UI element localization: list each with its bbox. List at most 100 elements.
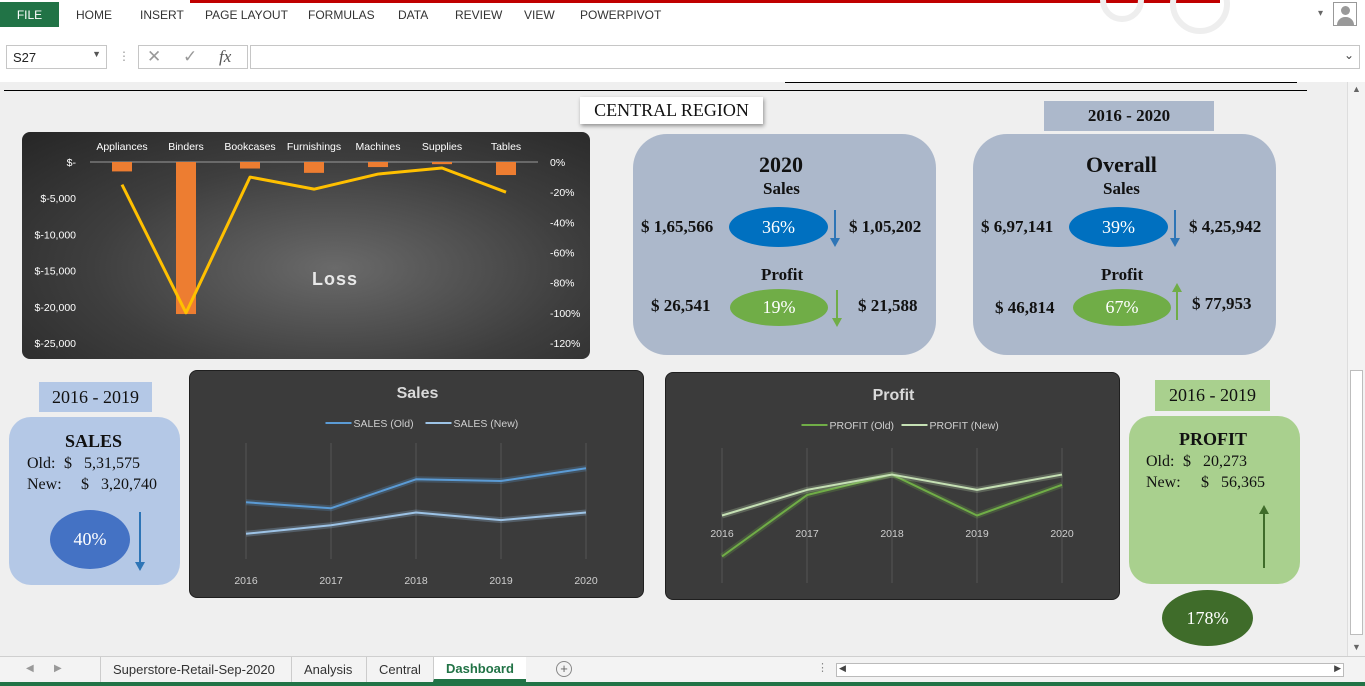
expand-formula-chevron-icon[interactable]: ⌄ [1344, 48, 1354, 62]
scroll-thumb[interactable] [1350, 370, 1363, 635]
card-overall-sales-new: $ 4,25,942 [1189, 217, 1262, 236]
y-tick-right: -100% [550, 308, 580, 320]
user-avatar-icon[interactable] [1333, 2, 1357, 26]
card-overall-sales-old: $ 6,97,141 [981, 217, 1054, 236]
category-label: Tables [491, 141, 521, 153]
period-overall-badge: 2016 - 2020 [1044, 101, 1214, 131]
category-label: Appliances [96, 141, 147, 153]
y-tick-right: -120% [550, 338, 580, 350]
next-sheet-icon[interactable]: ▶ [54, 663, 62, 674]
sales-line-chart[interactable]: Sales SALES (Old) SALES (New) 2016 2017 2018 2… [189, 370, 644, 598]
loss-bar [304, 162, 324, 173]
name-box[interactable]: S27 ▼ [6, 45, 107, 69]
x-tick-label: 2018 [404, 575, 428, 587]
profit-old-value: $ 20,273 [1183, 453, 1247, 470]
card-overall-sales-label: Sales [1103, 179, 1140, 198]
profit-new-label: New: [1146, 474, 1181, 491]
x-tick-label: 2017 [319, 575, 343, 587]
accent-line [190, 0, 1220, 3]
profit-pct-badge: 178% [1162, 590, 1253, 646]
sales-chart-svg: Sales SALES (Old) SALES (New) 2016 2017 2018 2… [234, 385, 598, 587]
y-tick-left: $-10,000 [35, 229, 77, 241]
profit-line-chart[interactable]: Profit PROFIT (Old) PROFIT (New) 2016 2017 20… [665, 372, 1120, 600]
tab-page-layout[interactable]: PAGE LAYOUT [205, 8, 288, 22]
profit-card-heading: PROFIT [1179, 429, 1248, 449]
sheet-tab-central[interactable]: Central [366, 657, 433, 682]
category-label: Binders [168, 141, 204, 153]
card-2020-heading: 2020 [759, 152, 803, 177]
horizontal-scrollbar[interactable]: ◀ ▶ [836, 663, 1344, 677]
sheet-tab-dashboard[interactable]: Dashboard [433, 657, 526, 682]
sheet-tab-superstore[interactable]: Superstore-Retail-Sep-2020 [100, 657, 287, 682]
loss-bar [368, 162, 388, 168]
card-2020-sales-old: $ 1,65,566 [641, 217, 714, 236]
formula-input[interactable]: ⌄ [250, 45, 1360, 69]
ribbon: FILE HOME INSERT PAGE LAYOUT FORMULAS DA… [0, 0, 1365, 34]
sheet-tab-analysis[interactable]: Analysis [291, 657, 364, 682]
name-box-value: S27 [13, 50, 37, 65]
x-tick-label: 2020 [1050, 528, 1074, 540]
formula-bar: S27 ▼ ⋮ ✕ ✓ fx ⌄ [0, 38, 1365, 76]
tab-formulas[interactable]: FORMULAS [308, 8, 375, 22]
scroll-up-icon[interactable]: ▲ [1352, 84, 1361, 94]
category-label: Supplies [422, 141, 462, 153]
ribbon-collapse-chevron-icon[interactable]: ▾ [1318, 8, 1323, 19]
scroll-down-icon[interactable]: ▼ [1352, 642, 1361, 652]
sales-new-label: New: [27, 476, 62, 493]
card-overall-profit-new: $ 77,953 [1192, 294, 1252, 313]
tab-view[interactable]: VIEW [524, 8, 555, 22]
y-tick-right: -80% [550, 278, 575, 290]
card-2020-profit-label: Profit [761, 265, 804, 284]
sales-card: SALES Old: $ 5,31,575 New: $ 3,20,740 40… [9, 417, 180, 585]
y-tick-left: $-25,000 [35, 338, 77, 350]
loss-bar [176, 162, 196, 315]
card-2020: 2020 Sales $ 1,65,566 36% $ 1,05,202 Pro… [633, 134, 936, 355]
loss-bar [240, 162, 260, 169]
card-2020-sales-label: Sales [763, 179, 800, 198]
chevron-down-icon[interactable]: ▼ [92, 49, 101, 59]
down-arrow-icon [832, 290, 842, 327]
y-tick-right: -40% [550, 217, 575, 229]
card-overall-heading: Overall [1086, 152, 1157, 177]
file-tab[interactable]: FILE [0, 2, 59, 27]
tab-insert[interactable]: INSERT [140, 8, 184, 22]
watermark-circle-icon [1170, 0, 1230, 34]
enter-check-icon[interactable]: ✓ [183, 47, 197, 67]
category-label: Bookcases [224, 141, 275, 153]
card-overall-sales-pct: 39% [1069, 207, 1168, 247]
loss-chart[interactable]: $- $-5,000 $-10,000 $-15,000 $-20,000 $-25,00… [22, 132, 590, 359]
cancel-icon[interactable]: ✕ [147, 47, 161, 67]
insert-function-icon[interactable]: fx [219, 47, 231, 67]
legend-label: PROFIT (New) [930, 420, 999, 432]
scroll-left-icon[interactable]: ◀ [839, 663, 846, 674]
x-tick-label: 2019 [965, 528, 989, 540]
sales-new-value: $ 3,20,740 [81, 476, 157, 493]
prev-sheet-icon[interactable]: ◀ [26, 663, 34, 674]
dashboard-title: CENTRAL REGION [580, 97, 763, 124]
tab-data[interactable]: DATA [398, 8, 428, 22]
legend-label: PROFIT (Old) [830, 420, 895, 432]
down-arrow-icon [830, 210, 840, 247]
add-sheet-icon[interactable]: + [556, 661, 572, 677]
sales-pct-badge: 40% [50, 510, 130, 569]
card-2020-sales-new: $ 1,05,202 [849, 217, 922, 236]
vertical-scrollbar[interactable]: ▲ ▼ [1347, 82, 1365, 656]
worksheet[interactable]: CENTRAL REGION $- $-5,000 $-10,000 $-15,000… [0, 82, 1347, 656]
x-tick-label: 2016 [234, 575, 258, 587]
tab-review[interactable]: REVIEW [455, 8, 502, 22]
down-arrow-icon [135, 512, 145, 571]
tab-home[interactable]: HOME [76, 8, 112, 22]
loss-label: Loss [312, 269, 359, 289]
loss-bar [432, 162, 452, 165]
down-arrow-icon [1170, 210, 1180, 247]
up-arrow-icon [1172, 283, 1182, 320]
card-2020-profit-pct: 19% [730, 289, 828, 326]
tab-powerpivot[interactable]: POWERPIVOT [580, 8, 661, 22]
y-tick-right: -20% [550, 187, 575, 199]
y-tick-right: 0% [550, 157, 565, 169]
loss-chart-svg: $- $-5,000 $-10,000 $-15,000 $-20,000 $-25,00… [35, 141, 581, 350]
formula-buttons: ✕ ✓ fx [138, 45, 248, 69]
period-profit-badge: 2016 - 2019 [1155, 380, 1270, 411]
card-overall-profit-old: $ 46,814 [995, 298, 1055, 317]
scroll-right-icon[interactable]: ▶ [1334, 663, 1341, 674]
